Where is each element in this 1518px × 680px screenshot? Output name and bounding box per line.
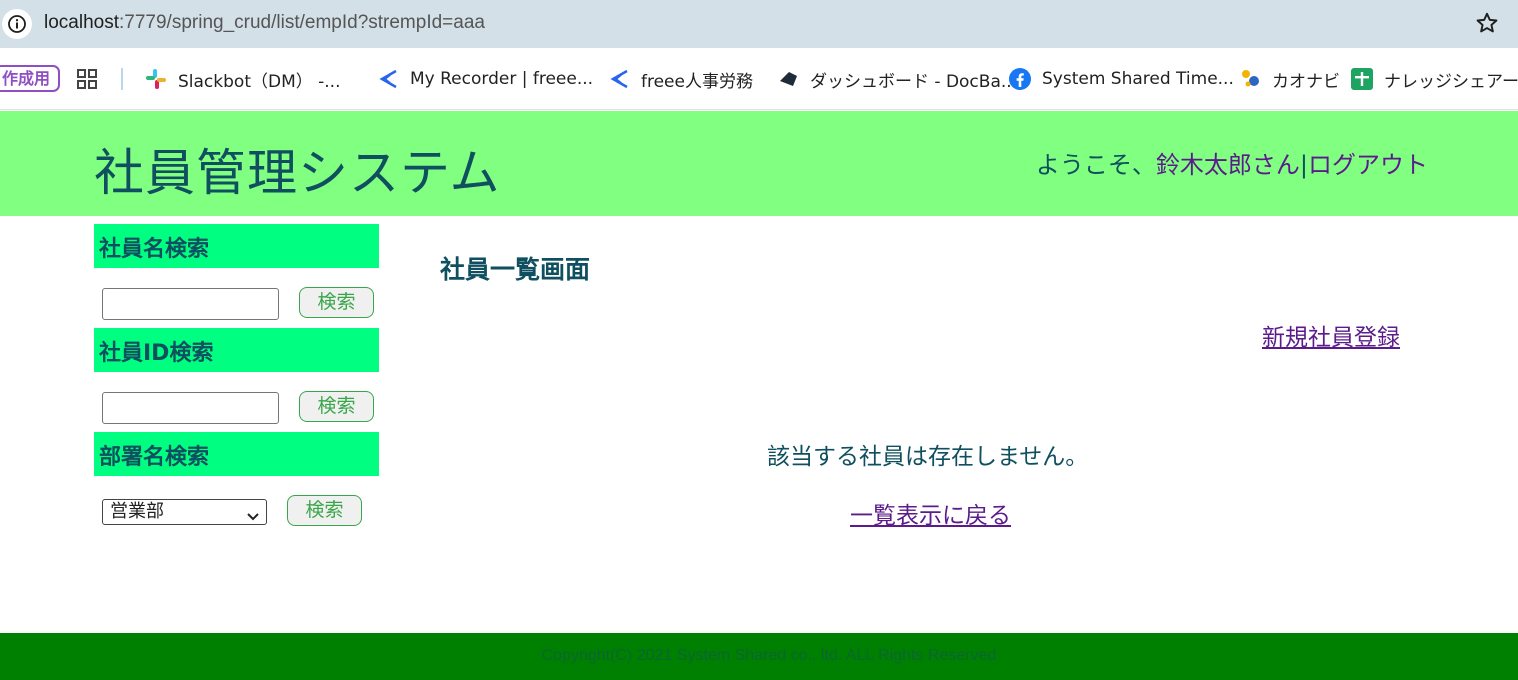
apps-grid-icon[interactable] xyxy=(76,68,98,94)
user-name-link[interactable]: 鈴木太郎さん xyxy=(1156,151,1300,179)
bookmarks-separator xyxy=(121,68,123,90)
welcome-separator: | xyxy=(1299,151,1308,179)
footer: Copyright(C) 2021 System Shared co., ltd… xyxy=(0,633,1518,680)
logout-link[interactable]: ログアウト xyxy=(1308,151,1428,179)
chevron-down-icon xyxy=(246,506,260,530)
bookmark-kaonavi[interactable]: カオナビ xyxy=(1238,67,1340,92)
welcome-area: ようこそ、鈴木太郎さん|ログアウト xyxy=(1036,145,1428,180)
bookmark-knowledge-shared[interactable]: ナレッジシェアード_情 xyxy=(1350,67,1518,92)
bookmark-label: System Shared Time... xyxy=(1042,69,1234,89)
bookmark-label: Slackbot（DM） -... xyxy=(178,71,341,92)
slack-icon xyxy=(144,67,168,91)
dept-search-heading: 部署名検索 xyxy=(94,432,379,476)
new-employee-link[interactable]: 新規社員登録 xyxy=(1262,318,1400,352)
welcome-prefix: ようこそ、 xyxy=(1035,151,1156,179)
facebook-icon xyxy=(1008,67,1032,91)
bookmark-docbase[interactable]: ダッシュボード - DocBa... xyxy=(776,67,1018,92)
info-icon[interactable] xyxy=(2,9,32,39)
dept-search-button[interactable]: 検索 xyxy=(287,495,362,526)
bookmark-pill[interactable]: 作成用 xyxy=(0,65,61,92)
name-search-button[interactable]: 検索 xyxy=(299,287,374,318)
bookmark-label: カオナビ xyxy=(1272,71,1340,92)
freee-icon xyxy=(607,67,631,91)
page-title: 社員一覧画面 xyxy=(440,255,591,284)
id-search-heading: 社員ID検索 xyxy=(94,328,379,372)
bookmarks-bar: 作成用 Slackbot（DM） -... My Recorder | free… xyxy=(0,48,1518,110)
kaonavi-icon xyxy=(1238,67,1262,91)
copyright-text: Copyright(C) 2021 System Shared co., ltd… xyxy=(541,647,997,664)
sheets-icon xyxy=(1350,67,1374,91)
dept-select-value: 営業部 xyxy=(110,501,164,522)
empty-result-message: 該当する社員は存在しません。 xyxy=(767,444,1089,470)
app-title: 社員管理システム xyxy=(94,144,501,202)
id-search-button[interactable]: 検索 xyxy=(299,391,374,422)
url-host: localhost xyxy=(44,12,119,33)
browser-address-bar: localhost:7779/spring_crud/list/empId?st… xyxy=(0,0,1518,48)
freee-icon xyxy=(376,67,400,91)
url-field[interactable]: localhost:7779/spring_crud/list/empId?st… xyxy=(44,12,485,34)
bookmark-system-shared[interactable]: System Shared Time... xyxy=(1008,67,1234,91)
bookmark-label: ダッシュボード - DocBa... xyxy=(810,71,1018,92)
star-bookmark-icon[interactable] xyxy=(1474,10,1500,40)
bookmark-slackbot[interactable]: Slackbot（DM） -... xyxy=(144,67,341,92)
bookmark-freee-hr[interactable]: freee人事労務 xyxy=(607,67,753,92)
back-to-list-link[interactable]: 一覧表示に戻る xyxy=(850,496,1011,530)
bookmark-label: My Recorder | freee... xyxy=(410,69,594,89)
dept-select[interactable]: 営業部 xyxy=(102,499,267,525)
docbase-icon xyxy=(776,67,800,91)
bookmark-label: freee人事労務 xyxy=(641,71,753,92)
bookmark-label: ナレッジシェアード_情 xyxy=(1384,71,1518,92)
url-path: :7779/spring_crud/list/empId?strempId=aa… xyxy=(119,12,485,33)
app-header: 社員管理システム ようこそ、鈴木太郎さん|ログアウト xyxy=(0,111,1518,216)
bookmark-my-recorder[interactable]: My Recorder | freee... xyxy=(376,67,593,91)
name-search-input[interactable] xyxy=(102,288,279,320)
name-search-heading: 社員名検索 xyxy=(94,224,379,268)
id-search-input[interactable] xyxy=(102,392,279,424)
